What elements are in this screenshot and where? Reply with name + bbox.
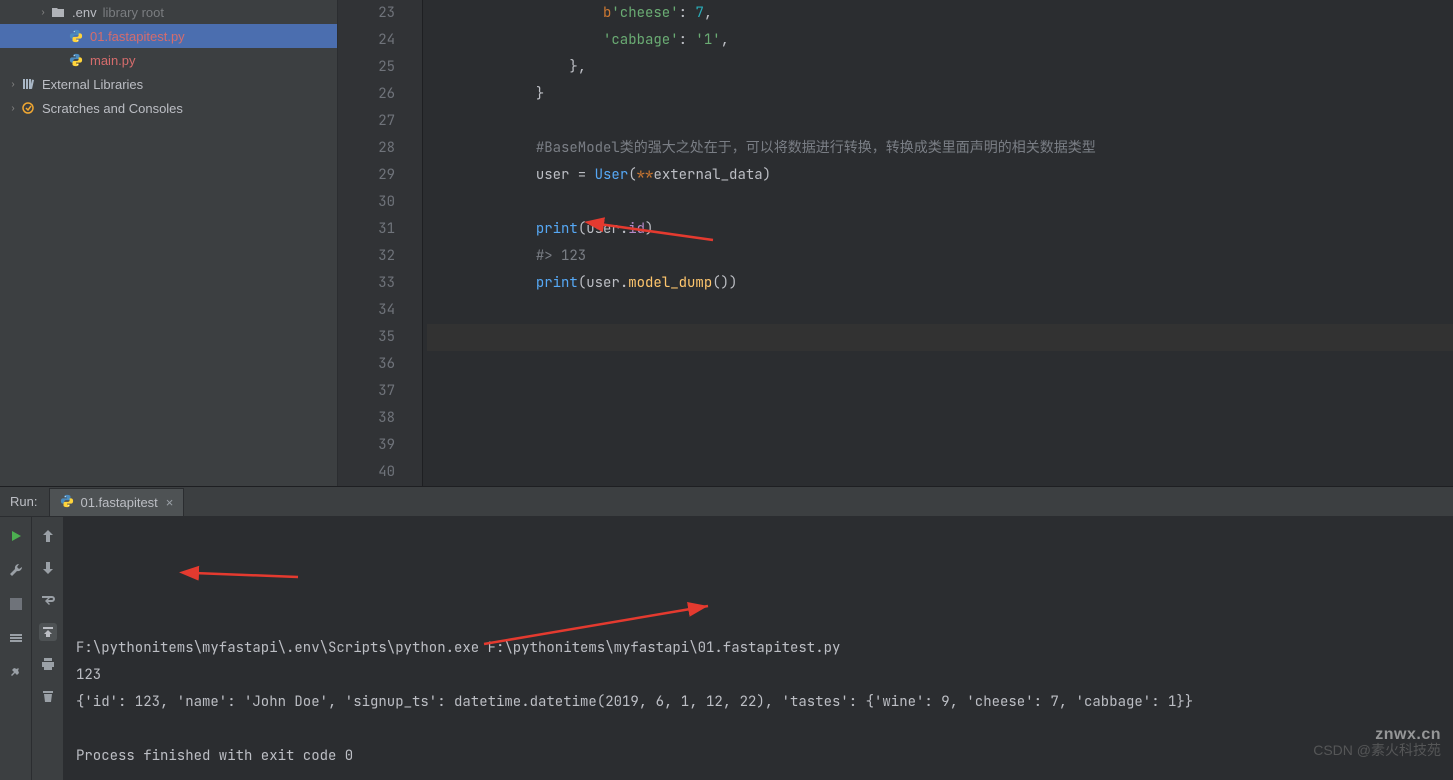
- editor-fold-gutter: [413, 0, 423, 486]
- layout-icon[interactable]: [7, 629, 25, 647]
- run-tool-column-left: [0, 517, 32, 780]
- line-number: 31: [338, 216, 413, 243]
- code-line[interactable]: [427, 189, 1453, 216]
- line-number: 28: [338, 135, 413, 162]
- tree-item-label: .env: [72, 5, 97, 20]
- run-tab-label: 01.fastapitest: [80, 495, 157, 510]
- editor-code-area[interactable]: b'cheese': 7, 'cabbage': '1', }, } #Base…: [423, 0, 1453, 486]
- code-line[interactable]: [427, 432, 1453, 459]
- console-line: {'id': 123, 'name': 'John Doe', 'signup_…: [76, 689, 1441, 716]
- python-icon: [68, 52, 84, 68]
- scroll-to-end-icon[interactable]: [39, 623, 57, 641]
- line-number: 37: [338, 378, 413, 405]
- line-number: 30: [338, 189, 413, 216]
- line-number: 34: [338, 297, 413, 324]
- line-number: 39: [338, 432, 413, 459]
- code-line[interactable]: user = User(**external_data): [427, 162, 1453, 189]
- code-line[interactable]: [427, 351, 1453, 378]
- folder-icon: [50, 4, 66, 20]
- line-number: 26: [338, 81, 413, 108]
- code-line[interactable]: print(user.model_dump()): [427, 270, 1453, 297]
- tree-item-label: 01.fastapitest.py: [90, 29, 185, 44]
- line-number: 33: [338, 270, 413, 297]
- run-label: Run:: [0, 494, 47, 509]
- code-line[interactable]: [427, 297, 1453, 324]
- code-line[interactable]: [427, 378, 1453, 405]
- code-line[interactable]: #BaseModel类的强大之处在于，可以将数据进行转换，转换成类里面声明的相关…: [427, 135, 1453, 162]
- line-number: 38: [338, 405, 413, 432]
- code-line[interactable]: 'cabbage': '1',: [427, 27, 1453, 54]
- tree-item-suffix: library root: [103, 5, 164, 20]
- up-arrow-icon[interactable]: [39, 527, 57, 545]
- python-icon: [60, 494, 74, 511]
- library-icon: [20, 76, 36, 92]
- chevron-right-icon[interactable]: ›: [6, 103, 20, 114]
- line-number: 27: [338, 108, 413, 135]
- wrench-icon[interactable]: [7, 561, 25, 579]
- console-line: F:\pythonitems\myfastapi\.env\Scripts\py…: [76, 635, 1441, 662]
- run-panel-header: Run: 01.fastapitest ×: [0, 487, 1453, 517]
- console-line: 123: [76, 662, 1441, 689]
- run-panel: Run: 01.fastapitest ×: [0, 486, 1453, 780]
- python-icon: [68, 28, 84, 44]
- tree-item-label: Scratches and Consoles: [42, 101, 183, 116]
- run-tab[interactable]: 01.fastapitest ×: [49, 488, 184, 516]
- code-line[interactable]: [427, 108, 1453, 135]
- tree-item[interactable]: 01.fastapitest.py: [0, 24, 337, 48]
- line-number: 32: [338, 243, 413, 270]
- tree-item-label: External Libraries: [42, 77, 143, 92]
- code-line[interactable]: [427, 405, 1453, 432]
- line-number: 29: [338, 162, 413, 189]
- down-arrow-icon[interactable]: [39, 559, 57, 577]
- project-sidebar[interactable]: › .env library root 01.fastapitest.py main.p…: [0, 0, 338, 486]
- annotation-arrow: [104, 549, 308, 610]
- editor-gutter: 232425262728293031323334353637383940: [338, 0, 413, 486]
- code-line[interactable]: b'cheese': 7,: [427, 0, 1453, 27]
- soft-wrap-icon[interactable]: [39, 591, 57, 609]
- rerun-button[interactable]: [7, 527, 25, 545]
- print-icon[interactable]: [39, 655, 57, 673]
- chevron-right-icon[interactable]: ›: [6, 79, 20, 90]
- line-number: 23: [338, 0, 413, 27]
- watermark: CSDN @素火科技苑: [1313, 740, 1441, 760]
- run-tool-column-right: [32, 517, 64, 780]
- code-line[interactable]: },: [427, 54, 1453, 81]
- stop-button[interactable]: [7, 595, 25, 613]
- code-line[interactable]: [427, 459, 1453, 486]
- tree-item-label: main.py: [90, 53, 136, 68]
- chevron-right-icon[interactable]: ›: [36, 7, 50, 18]
- code-line[interactable]: #> 123: [427, 243, 1453, 270]
- console-line: Process finished with exit code 0: [76, 743, 1441, 770]
- console-output[interactable]: F:\pythonitems\myfastapi\.env\Scripts\py…: [64, 517, 1453, 780]
- console-line: [76, 716, 1441, 743]
- code-line[interactable]: print(user.id): [427, 216, 1453, 243]
- line-number: 35: [338, 324, 413, 351]
- scratch-icon: [20, 100, 36, 116]
- tree-item[interactable]: main.py: [0, 48, 337, 72]
- line-number: 24: [338, 27, 413, 54]
- line-number: 36: [338, 351, 413, 378]
- pin-icon[interactable]: [7, 663, 25, 681]
- code-line[interactable]: }: [427, 81, 1453, 108]
- code-editor[interactable]: 232425262728293031323334353637383940 b'c…: [338, 0, 1453, 486]
- delete-icon[interactable]: [39, 687, 57, 705]
- line-number: 40: [338, 459, 413, 486]
- line-number: 25: [338, 54, 413, 81]
- tree-item[interactable]: › .env library root: [0, 0, 337, 24]
- tree-item[interactable]: › Scratches and Consoles: [0, 96, 337, 120]
- tree-item[interactable]: › External Libraries: [0, 72, 337, 96]
- code-line[interactable]: [427, 324, 1453, 351]
- close-icon[interactable]: ×: [166, 495, 174, 510]
